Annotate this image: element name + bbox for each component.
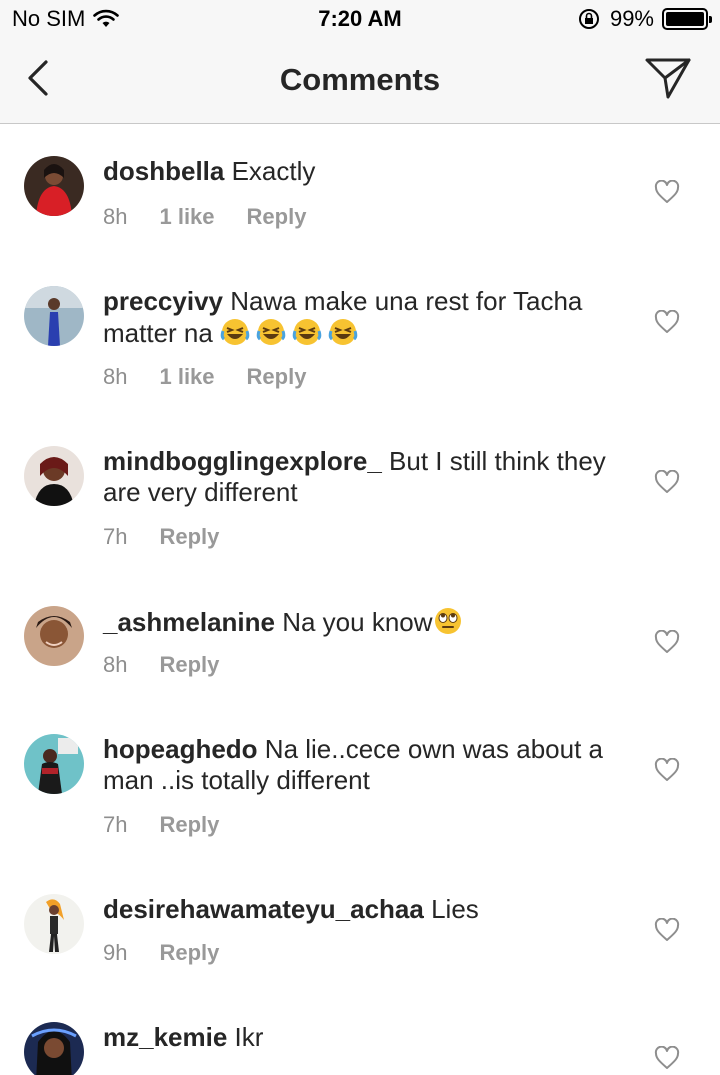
nav-bar: Comments — [0, 40, 720, 124]
page-title: Comments — [279, 62, 441, 97]
eye-roll-emoji-icon — [434, 608, 461, 634]
battery-percent: 99% — [609, 6, 654, 31]
comment-item: mindbogglingexplore_ But I still think t… — [0, 444, 720, 604]
heart-icon[interactable] — [654, 1046, 680, 1070]
comment-username[interactable]: desirehawamateyu_achaa — [103, 894, 424, 924]
comment-username[interactable]: doshbella — [103, 156, 224, 186]
comment-time: 9h — [103, 940, 128, 965]
comment-time: 7h — [103, 812, 128, 837]
avatar[interactable] — [24, 286, 84, 346]
comment-text: Exactly — [231, 156, 316, 186]
avatar[interactable] — [24, 446, 84, 506]
comment-username[interactable]: preccyivy — [103, 286, 223, 316]
avatar[interactable] — [24, 734, 84, 794]
comment-username[interactable]: mindbogglingexplore_ — [103, 446, 382, 476]
heart-icon[interactable] — [654, 630, 680, 654]
avatar[interactable] — [24, 606, 84, 666]
heart-icon[interactable] — [654, 470, 680, 494]
comment-username[interactable]: mz_kemie — [103, 1022, 227, 1052]
laughing-emoji-icon — [292, 319, 322, 345]
reply-button[interactable]: Reply — [159, 812, 219, 838]
comment-body: mz_kemie Ikr — [103, 1022, 623, 1053]
comment-username[interactable]: _ashmelanine — [103, 607, 275, 637]
comment-meta: 7h Reply — [103, 524, 251, 550]
reply-button[interactable]: Reply — [159, 524, 219, 550]
heart-icon[interactable] — [654, 918, 680, 942]
avatar[interactable] — [24, 1022, 84, 1075]
comment-item: _ashmelanine Na you know 8h Reply — [0, 604, 720, 732]
comment-text: Na you know — [282, 607, 433, 637]
comment-username[interactable]: hopeaghedo — [103, 734, 258, 764]
laughing-emoji-icon — [328, 319, 358, 345]
comment-body: mindbogglingexplore_ But I still think t… — [103, 446, 623, 508]
comment-meta: 8h 1 like Reply — [103, 204, 338, 230]
comment-meta: 8h Reply — [103, 652, 251, 678]
avatar[interactable] — [24, 894, 84, 954]
reply-button[interactable]: Reply — [247, 204, 307, 230]
avatar[interactable] — [24, 156, 84, 216]
comment-meta: 7h Reply — [103, 812, 251, 838]
status-bar: No SIM 7:20 AM 99% — [0, 0, 720, 40]
comment-item: hopeaghedo Na lie..cece own was about a … — [0, 732, 720, 892]
comment-meta: 9h Reply — [103, 940, 251, 966]
reply-button[interactable]: Reply — [159, 940, 219, 966]
laughing-emoji-icon — [256, 319, 286, 345]
rotation-lock-icon — [578, 9, 599, 29]
battery-group: 99% — [578, 6, 712, 32]
battery-fill — [666, 12, 704, 26]
comment-body: _ashmelanine Na you know — [103, 606, 623, 638]
comment-time: 7h — [103, 524, 128, 549]
direct-send-icon[interactable] — [644, 56, 692, 100]
comment-item: doshbella Exactly 8h 1 like Reply — [0, 124, 720, 284]
comment-item: mz_kemie Ikr — [0, 1020, 720, 1075]
likes-count[interactable]: 1 like — [159, 204, 214, 230]
comment-body: doshbella Exactly — [103, 156, 623, 187]
reply-button[interactable]: Reply — [247, 364, 307, 390]
battery-icon — [662, 8, 712, 30]
comment-text: Lies — [431, 894, 479, 924]
comment-body: desirehawamateyu_achaa Lies — [103, 894, 623, 925]
heart-icon[interactable] — [654, 310, 680, 334]
comment-time: 8h — [103, 364, 128, 389]
heart-icon[interactable] — [654, 180, 680, 204]
comment-item: preccyivy Nawa make una rest for Tacha m… — [0, 284, 720, 444]
laughing-emoji-icon — [220, 319, 250, 345]
comment-body: hopeaghedo Na lie..cece own was about a … — [103, 734, 623, 796]
comment-text: Ikr — [234, 1022, 264, 1052]
reply-button[interactable]: Reply — [159, 652, 219, 678]
comment-time: 8h — [103, 204, 128, 229]
comment-item: desirehawamateyu_achaa Lies 9h Reply — [0, 892, 720, 1020]
comment-time: 8h — [103, 652, 128, 677]
comment-meta: 8h 1 like Reply — [103, 364, 338, 390]
heart-icon[interactable] — [654, 758, 680, 782]
comment-body: preccyivy Nawa make una rest for Tacha m… — [103, 286, 623, 349]
comment-emoji — [220, 318, 364, 348]
likes-count[interactable]: 1 like — [159, 364, 214, 390]
